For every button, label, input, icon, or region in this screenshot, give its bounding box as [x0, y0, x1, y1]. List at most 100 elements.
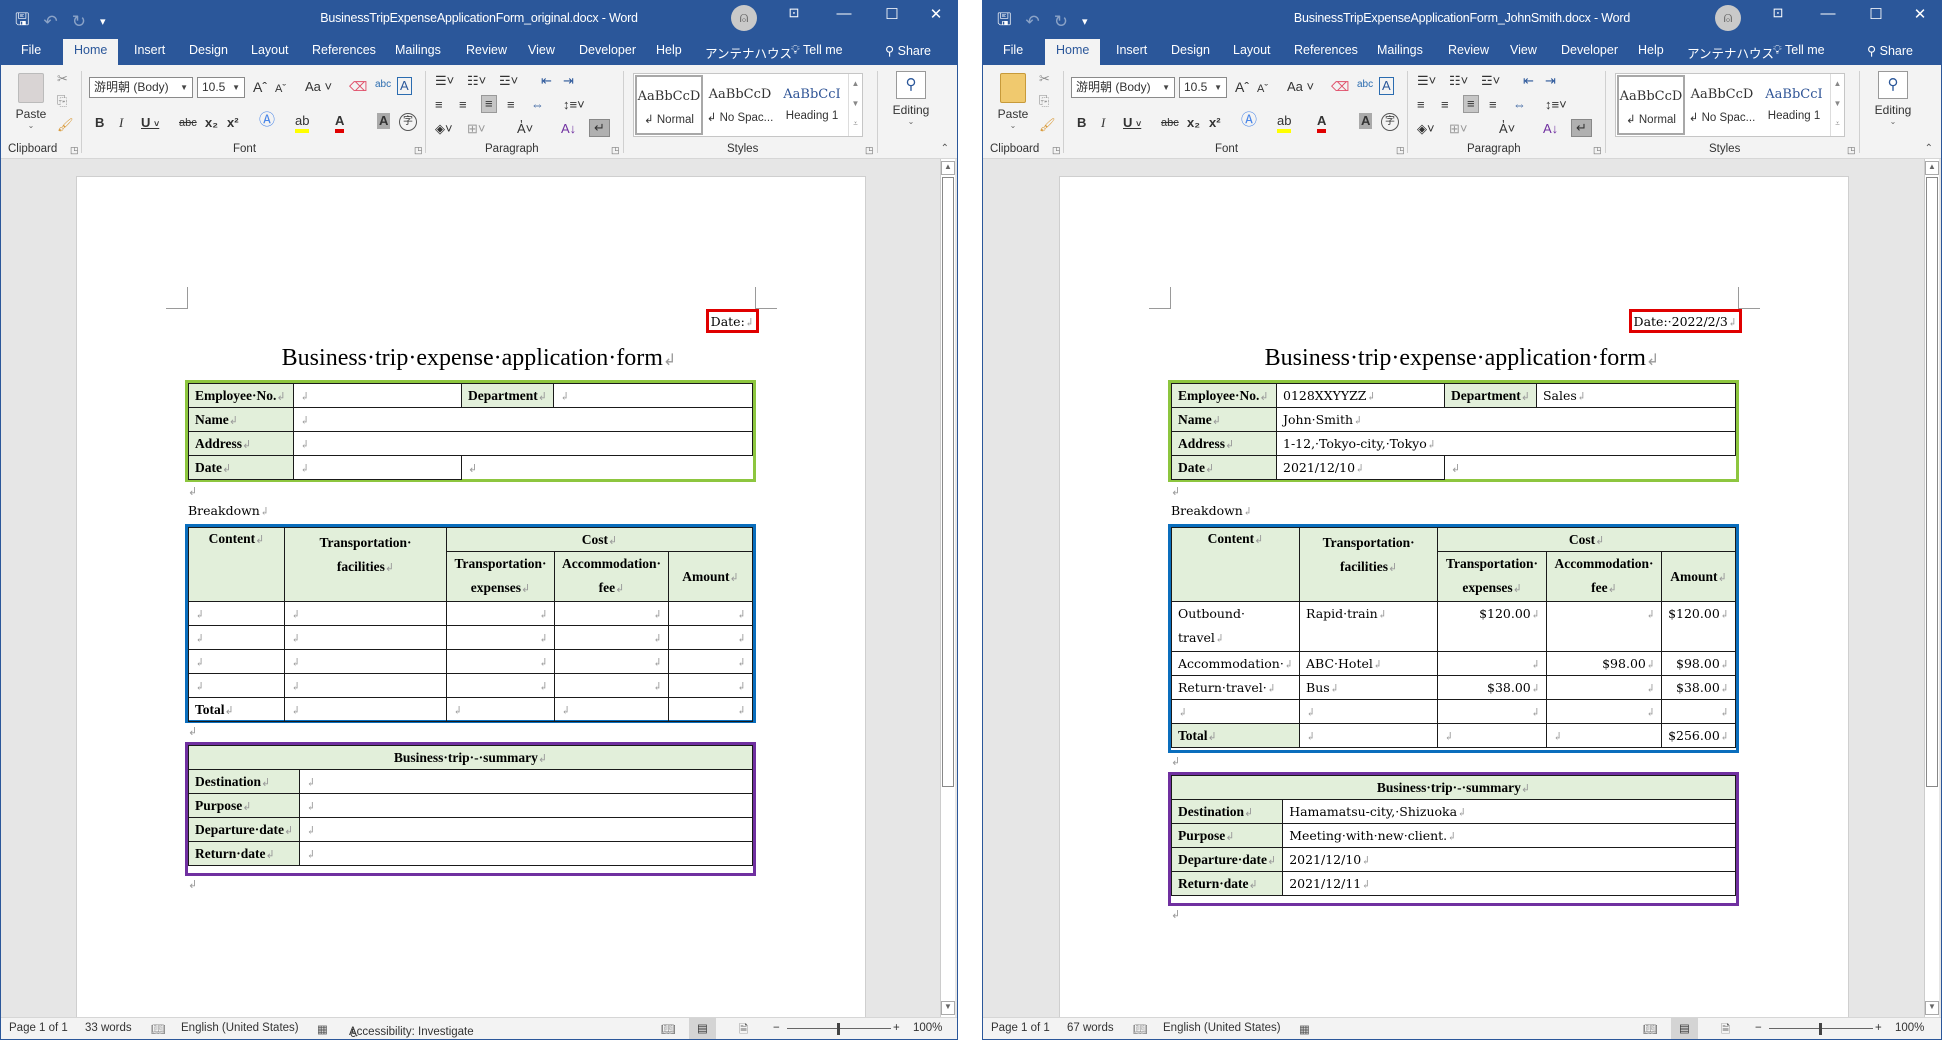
- macro-recording-icon[interactable]: ▦: [317, 1022, 328, 1036]
- style-heading-1[interactable]: AaBbCcI Heading 1: [778, 75, 846, 135]
- transport-expense-cell[interactable]: $38.00↲: [1437, 675, 1547, 700]
- minimize-button[interactable]: —: [829, 5, 859, 22]
- tab-insert[interactable]: Insert: [1116, 43, 1147, 57]
- character-shading-icon[interactable]: A: [1359, 113, 1373, 129]
- facility-cell[interactable]: Bus↲: [1299, 675, 1439, 700]
- tab-file[interactable]: File: [1003, 43, 1023, 57]
- content-cell[interactable]: ↲: [1170, 699, 1301, 724]
- line-spacing-icon[interactable]: ↕≡˅: [563, 97, 585, 113]
- style-normal[interactable]: AaBbCcD ↲ Normal: [635, 75, 703, 135]
- return-date-value[interactable]: 2021/12/11↲: [1282, 871, 1736, 896]
- accommodation-fee-cell[interactable]: ↲: [1545, 699, 1663, 724]
- total-transport-cell[interactable]: ↲: [1437, 723, 1547, 748]
- tab-help[interactable]: Help: [656, 43, 682, 57]
- show-hide-marks-icon[interactable]: ↵: [589, 119, 610, 137]
- strikethrough-button[interactable]: abc: [1161, 115, 1179, 131]
- format-painter-icon[interactable]: 🖌︎: [57, 117, 74, 133]
- amount-cell[interactable]: ↲: [668, 625, 753, 650]
- tab-references[interactable]: References: [1294, 43, 1358, 57]
- font-dialog-launcher-icon[interactable]: ◳: [1396, 145, 1405, 156]
- ribbon-display-options-icon[interactable]: ⊡: [779, 5, 809, 21]
- bullets-icon[interactable]: ☰˅: [435, 73, 454, 89]
- tab-mailings[interactable]: Mailings: [395, 43, 441, 57]
- superscript-button[interactable]: x²: [1209, 115, 1221, 131]
- destination-value[interactable]: Hamamatsu-city,·Shizuoka↲: [1282, 799, 1736, 824]
- decrease-indent-icon[interactable]: ⇤: [1523, 73, 1534, 89]
- department-value[interactable]: Sales↲: [1535, 383, 1737, 408]
- tab-design[interactable]: Design: [189, 43, 228, 57]
- total-amount-cell[interactable]: ↲: [668, 697, 753, 722]
- facility-cell[interactable]: ↲: [284, 625, 447, 650]
- justify-icon[interactable]: ≡: [1489, 97, 1497, 113]
- accommodation-fee-cell[interactable]: ↲: [1545, 675, 1663, 700]
- macro-recording-icon[interactable]: ▦: [1299, 1022, 1310, 1036]
- italic-button[interactable]: I: [119, 115, 123, 131]
- total-facility-cell[interactable]: ↲: [1299, 723, 1439, 748]
- collapse-ribbon-icon[interactable]: ⌃: [941, 143, 949, 154]
- purpose-value[interactable]: Meeting·with·new·client.↲: [1282, 823, 1736, 848]
- facility-cell[interactable]: ↲: [284, 673, 447, 698]
- paste-button[interactable]: Paste ⌄: [993, 71, 1033, 135]
- paragraph-dialog-launcher-icon[interactable]: ◳: [611, 145, 620, 156]
- change-case-icon[interactable]: Aa ˅: [1287, 79, 1314, 95]
- transport-expense-cell[interactable]: ↲: [446, 673, 555, 698]
- styles-dialog-launcher-icon[interactable]: ◳: [865, 145, 874, 156]
- web-layout-icon[interactable]: 🗎︎: [1721, 1022, 1730, 1039]
- numbering-icon[interactable]: ☷˅: [467, 73, 486, 89]
- copy-icon[interactable]: ⎘: [57, 93, 67, 109]
- amount-cell[interactable]: $98.00↲: [1661, 651, 1736, 676]
- tab-layout[interactable]: Layout: [1233, 43, 1271, 57]
- zoom-out-button[interactable]: −: [1755, 1022, 1762, 1034]
- transport-expense-cell[interactable]: ↲: [446, 649, 555, 674]
- content-cell[interactable]: Outbound· travel↲: [1170, 601, 1301, 652]
- grow-font-icon[interactable]: Aˆ: [1235, 79, 1249, 95]
- zoom-in-button[interactable]: +: [893, 1022, 900, 1034]
- enclose-characters-icon[interactable]: A: [397, 77, 412, 95]
- phonetic-guide-icon[interactable]: abc: [375, 77, 391, 93]
- style-no-spacing[interactable]: AaBbCcD ↲ No Spac...: [706, 75, 774, 135]
- borders-icon[interactable]: ⊞˅: [467, 121, 485, 137]
- maximize-button[interactable]: ☐: [877, 5, 907, 23]
- styles-scroll[interactable]: ▲ ▼ ⩡: [1830, 74, 1844, 136]
- facility-cell[interactable]: ↲: [1299, 699, 1439, 724]
- document-page[interactable]: Date:↲ Business·trip·expense·application…: [76, 176, 866, 1017]
- paste-dropdown-icon[interactable]: ⌄: [993, 121, 1033, 130]
- distributed-icon[interactable]: ⇔: [1513, 97, 1526, 113]
- proofing-icon[interactable]: 📖︎: [151, 1022, 166, 1036]
- scroll-down-icon[interactable]: ▼: [1925, 1001, 1939, 1015]
- destination-value[interactable]: ↲: [299, 769, 753, 794]
- content-cell[interactable]: Accommodation·↲: [1170, 651, 1301, 676]
- tab-insert[interactable]: Insert: [134, 43, 165, 57]
- accommodation-fee-cell[interactable]: ↲: [554, 673, 669, 698]
- zoom-level[interactable]: 100%: [913, 1022, 942, 1034]
- share-button[interactable]: ⚲ Share: [1867, 43, 1913, 58]
- increase-indent-icon[interactable]: ⇥: [563, 73, 574, 89]
- amount-cell[interactable]: ↲: [668, 649, 753, 674]
- account-avatar-icon[interactable]: ⍝: [731, 5, 757, 31]
- tab-antenna-house[interactable]: アンテナハウス: [1687, 43, 1774, 62]
- increase-indent-icon[interactable]: ⇥: [1545, 73, 1556, 89]
- show-hide-marks-icon[interactable]: ↵: [1571, 119, 1592, 137]
- styles-dialog-launcher-icon[interactable]: ◳: [1847, 145, 1856, 156]
- facility-cell[interactable]: Rapid·train↲: [1299, 601, 1439, 652]
- page-count[interactable]: Page 1 of 1: [9, 1022, 68, 1034]
- tab-design[interactable]: Design: [1171, 43, 1210, 57]
- copy-icon[interactable]: ⎘: [1039, 93, 1049, 109]
- total-amount-cell[interactable]: $256.00↲: [1661, 723, 1736, 748]
- tell-me-search[interactable]: 💡︎ Tell me: [1773, 43, 1825, 58]
- content-cell[interactable]: ↲: [188, 649, 285, 674]
- word-count[interactable]: 33 words: [85, 1022, 132, 1034]
- justify-icon[interactable]: ≡: [507, 97, 515, 113]
- styles-scroll[interactable]: ▲ ▼ ⩡: [848, 74, 862, 136]
- vertical-scrollbar[interactable]: ▲ ▼: [940, 159, 955, 1017]
- tab-developer[interactable]: Developer: [1561, 43, 1618, 57]
- transport-expense-cell[interactable]: ↲: [1437, 699, 1547, 724]
- multilevel-list-icon[interactable]: ☲˅: [499, 73, 518, 89]
- multilevel-list-icon[interactable]: ☲˅: [1481, 73, 1500, 89]
- web-layout-icon[interactable]: 🗎︎: [739, 1022, 748, 1039]
- tab-file[interactable]: File: [21, 43, 41, 57]
- underline-button[interactable]: U ˅: [141, 115, 159, 132]
- style-normal[interactable]: AaBbCcD ↲ Normal: [1617, 75, 1685, 135]
- sort-icon[interactable]: A↓: [1543, 121, 1558, 137]
- content-cell[interactable]: Return·travel·↲: [1170, 675, 1301, 700]
